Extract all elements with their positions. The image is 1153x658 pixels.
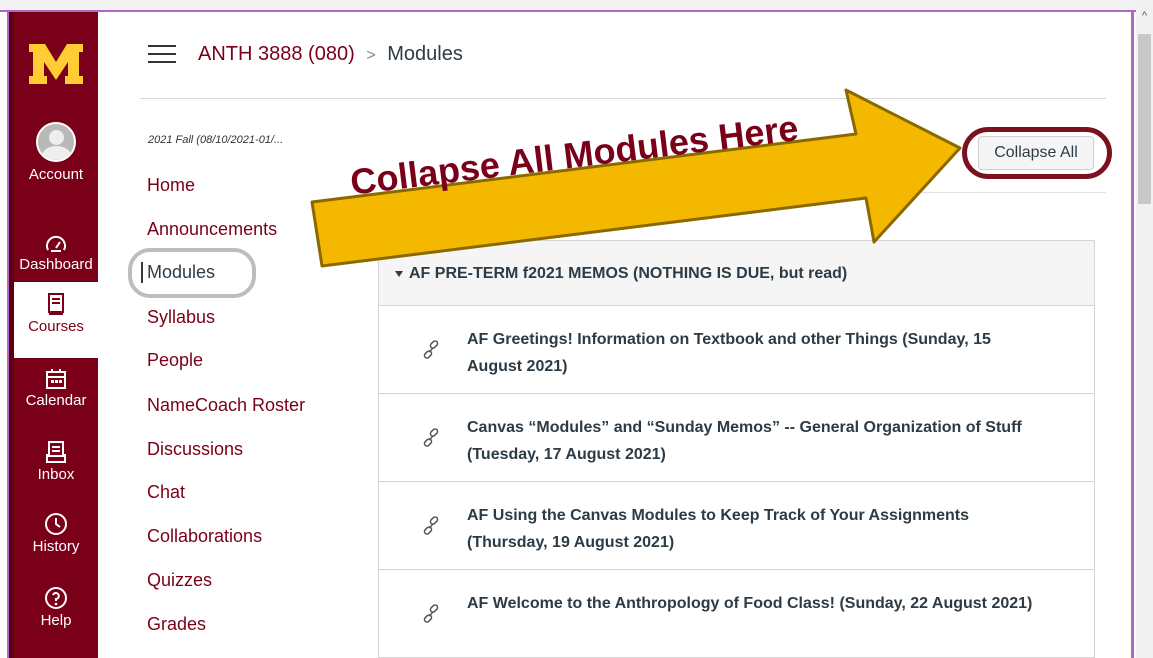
global-nav-calendar[interactable]: Calendar — [14, 368, 98, 409]
course-nav-people[interactable]: People — [147, 350, 203, 371]
nav-label: Dashboard — [19, 256, 93, 273]
nav-label: Courses — [28, 318, 84, 335]
breadcrumb-current: Modules — [387, 43, 463, 65]
course-nav-announcements[interactable]: Announcements — [147, 219, 277, 240]
calendar-icon — [46, 369, 66, 389]
clock-icon — [45, 513, 67, 535]
course-nav-syllabus[interactable]: Syllabus — [147, 307, 215, 328]
block-m-logo-icon — [29, 44, 83, 84]
collapse-all-highlight-ring — [962, 127, 1112, 179]
modules-highlight-circle — [128, 248, 256, 298]
university-logo[interactable] — [14, 38, 98, 98]
module-item-title[interactable]: AF Greetings! Information on Textbook an… — [467, 326, 1047, 380]
dashboard-icon — [46, 235, 66, 252]
course-nav-grades[interactable]: Grades — [147, 614, 206, 635]
window-top-bar — [0, 0, 1136, 12]
module-item[interactable]: AF Using the Canvas Modules to Keep Trac… — [379, 482, 1094, 570]
link-icon — [423, 516, 439, 535]
global-nav-dashboard[interactable]: Dashboard — [14, 234, 98, 273]
course-nav-quizzes[interactable]: Quizzes — [147, 570, 212, 591]
global-nav-inbox[interactable]: Inbox — [14, 440, 98, 483]
global-nav-courses[interactable]: Courses — [14, 282, 98, 358]
module-container: AF PRE-TERM f2021 MEMOS (NOTHING IS DUE,… — [378, 240, 1095, 658]
module-item[interactable]: AF Welcome to the Anthropology of Food C… — [379, 570, 1094, 658]
nav-label: Account — [28, 166, 84, 183]
breadcrumb-course-link[interactable]: ANTH 3888 (080) — [198, 43, 355, 65]
nav-label: History — [32, 538, 80, 555]
hamburger-menu-icon[interactable] — [148, 44, 176, 64]
link-icon — [423, 604, 439, 623]
global-nav-history[interactable]: History — [14, 512, 98, 555]
course-nav-home[interactable]: Home — [147, 175, 195, 196]
module-item-title[interactable]: AF Using the Canvas Modules to Keep Trac… — [467, 502, 1047, 556]
module-item-title[interactable]: Canvas “Modules” and “Sunday Memos” -- G… — [467, 414, 1047, 468]
help-icon — [45, 587, 67, 609]
module-item[interactable]: AF Greetings! Information on Textbook an… — [379, 306, 1094, 394]
module-item[interactable]: Canvas “Modules” and “Sunday Memos” -- G… — [379, 394, 1094, 482]
course-nav-namecoach-roster[interactable]: NameCoach Roster — [147, 395, 305, 416]
nav-label: Calendar — [25, 392, 87, 409]
breadcrumb: ANTH 3888 (080) > Modules — [198, 43, 463, 66]
nav-label: Inbox — [37, 466, 75, 483]
avatar — [36, 122, 76, 162]
module-item-title[interactable]: AF Welcome to the Anthropology of Food C… — [467, 590, 1047, 617]
global-nav-help[interactable]: Help — [14, 586, 98, 629]
link-icon — [423, 428, 439, 447]
inbox-icon — [46, 441, 66, 463]
course-nav-collaborations[interactable]: Collaborations — [147, 526, 262, 547]
course-nav-discussions[interactable]: Discussions — [147, 439, 243, 460]
term-label: 2021 Fall (08/10/2021-01/... — [148, 134, 284, 146]
scrollbar-thumb[interactable] — [1138, 34, 1151, 204]
global-nav-account[interactable]: Account — [14, 122, 98, 183]
global-nav: Account Dashboard Courses Calendar Inbox… — [14, 12, 98, 658]
window-border-right — [1131, 10, 1134, 658]
nav-label: Help — [40, 612, 72, 629]
course-nav-chat[interactable]: Chat — [147, 482, 185, 503]
link-icon — [423, 340, 439, 359]
scroll-up-arrow-icon[interactable]: ^ — [1136, 10, 1153, 26]
breadcrumb-separator: > — [366, 47, 376, 64]
book-icon — [48, 293, 64, 315]
